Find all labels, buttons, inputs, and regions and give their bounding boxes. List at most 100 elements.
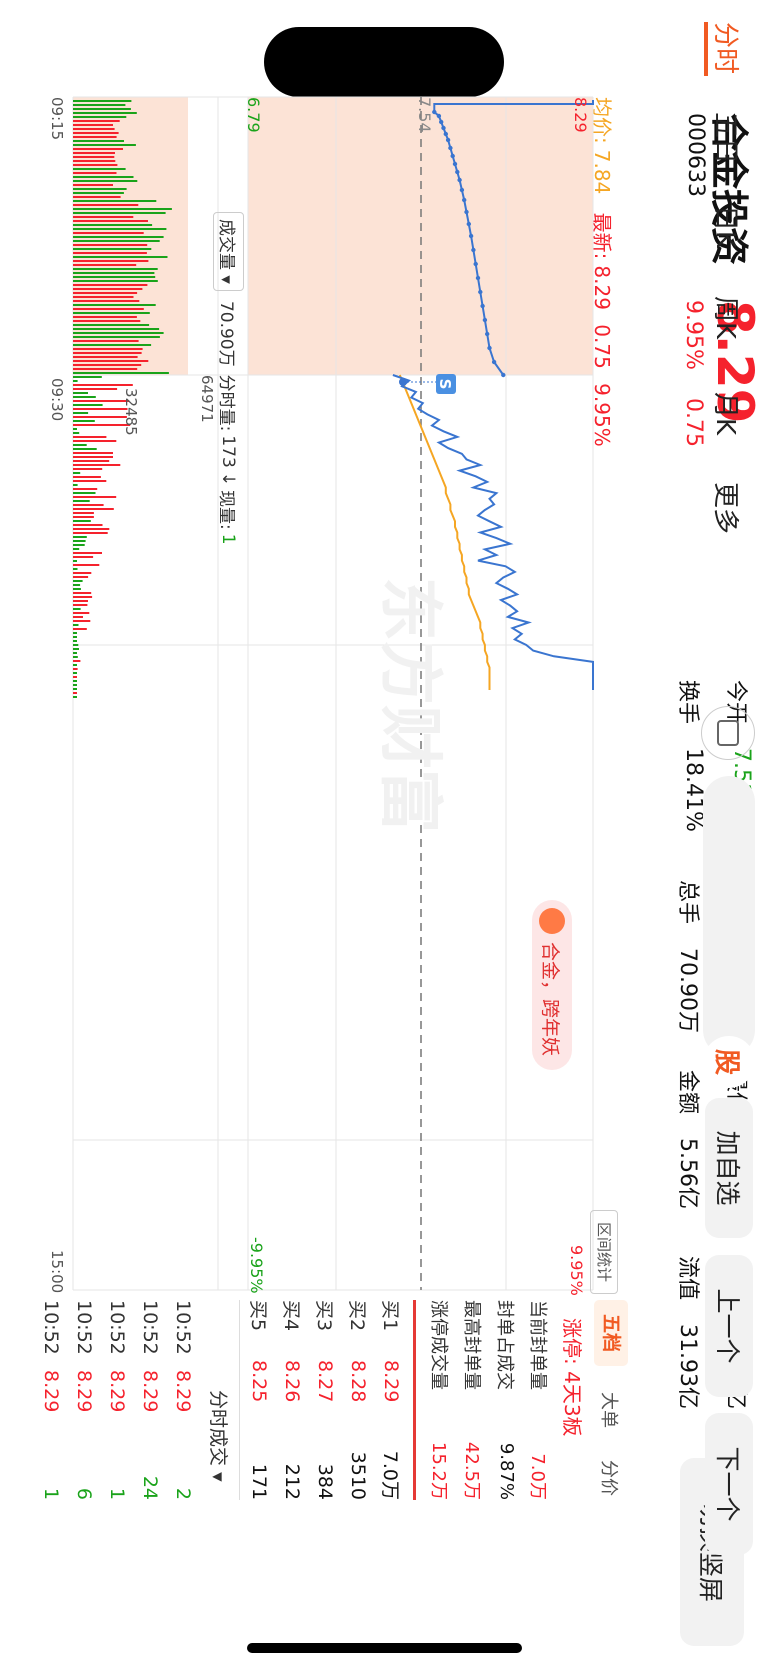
auction-point [457, 177, 462, 183]
volume-bar [72, 332, 164, 334]
volume-bar [73, 184, 113, 186]
volume-bar [73, 252, 147, 254]
volume-bar [72, 612, 90, 614]
volume-bar [72, 348, 143, 350]
seal-label: 当前封单量 [527, 1300, 549, 1390]
volume-bar [73, 232, 144, 234]
auction-point [473, 261, 478, 267]
volume-bar [73, 336, 160, 338]
badge-pill[interactable]: 合金，跨年妖 [532, 900, 572, 1071]
volume-bar [72, 504, 104, 506]
volume-bar [73, 140, 124, 142]
volume-bar [73, 680, 77, 682]
tick-price: 8.29 [40, 1370, 63, 1413]
chat-bubble-icon [717, 720, 739, 746]
tab-1[interactable]: 五日 [709, 112, 746, 164]
volume-type-select[interactable]: 成交量 ▾ [213, 212, 244, 291]
tab-0[interactable]: 分时 [709, 22, 746, 74]
volume-bar [72, 324, 150, 326]
comment-input[interactable] [703, 776, 755, 1056]
auction-point [466, 221, 471, 227]
volume-bar [73, 448, 97, 450]
order-price: 8.28 [347, 1360, 370, 1403]
volume-bar [72, 168, 126, 170]
order-level: 买1 [379, 1300, 401, 1332]
tab-5[interactable]: 更多 [709, 482, 746, 534]
volume-total: 70.90万 [216, 300, 236, 367]
volume-bar [72, 384, 133, 386]
volume-bar [72, 200, 157, 202]
volume-bar [72, 564, 100, 566]
tick-price: 8.29 [73, 1370, 96, 1413]
volume-bar [73, 176, 134, 178]
tab-2[interactable]: 日K [709, 205, 746, 248]
volume-bar [73, 244, 148, 246]
volume-bar [73, 616, 83, 618]
auction-point [450, 153, 455, 159]
orderbook-row[interactable]: 买4 8.26 212 [276, 1300, 309, 1500]
limit-up-info: 涨停: 4天3板 [560, 1318, 584, 1437]
stock-comment-icon[interactable]: 股 [703, 1036, 755, 1088]
interval-stats-button[interactable]: 区间统计 [590, 1210, 618, 1294]
volume-bar [73, 400, 130, 402]
tab-five-level[interactable]: 五档 [594, 1300, 628, 1366]
volume-bar [73, 108, 131, 110]
volume-bar [73, 588, 81, 590]
orderbook-divider [413, 1300, 416, 1500]
seal-label: 最高封单量 [461, 1300, 483, 1390]
volume-bar [73, 664, 77, 666]
volume-bar [73, 172, 117, 174]
vol-max-label: 64971 [198, 375, 216, 423]
tab-big-order[interactable]: 大单 [597, 1392, 623, 1428]
volume-bar [72, 628, 87, 630]
auction-point [452, 161, 458, 167]
add-watchlist-button[interactable]: 加自选 [705, 1098, 753, 1238]
volume-bar [72, 216, 134, 218]
orderbook-row[interactable]: 买1 8.29 7.0万 [375, 1300, 408, 1500]
volume-bar [72, 116, 127, 118]
tab-3[interactable]: 周K [709, 296, 746, 339]
order-level: 买4 [280, 1300, 302, 1332]
tab-price-dist[interactable]: 分价 [597, 1460, 623, 1496]
order-volume: 384 [314, 1463, 337, 1500]
auction-point [487, 345, 492, 351]
volume-bar [73, 684, 77, 686]
auction-point [485, 331, 490, 337]
volume-bar [72, 580, 83, 582]
prev-stock-button[interactable]: 上一个 [705, 1255, 753, 1397]
volume-bar [73, 560, 77, 562]
seal-label: 封单占成交 [494, 1300, 516, 1390]
home-indicator [247, 1643, 522, 1653]
auction-point [448, 145, 453, 151]
tab-4[interactable]: 月K [709, 392, 746, 435]
volume-bar [73, 548, 80, 550]
volume-bar [72, 440, 117, 442]
order-book: 买1 8.29 7.0万 买2 8.28 3510 买3 8.27 384 买4 8.26 212 买5… [243, 1300, 408, 1500]
ticks-title[interactable]: 分时成交 ▾ [206, 1390, 233, 1482]
tick-row: 10:52 8.29 2 [167, 1300, 200, 1500]
volume-bar [72, 320, 141, 322]
auction-point [501, 372, 506, 378]
volume-bar [73, 416, 127, 418]
volume-bar [72, 300, 140, 302]
auction-point [471, 247, 476, 253]
next-stock-button[interactable]: 下一个 [705, 1413, 753, 1555]
volume-bar [72, 212, 166, 214]
orderbook-row[interactable]: 买2 8.28 3510 [342, 1300, 375, 1500]
order-price: 8.26 [281, 1360, 304, 1403]
seal-row: 当前封单量 7.0万 [523, 1300, 556, 1500]
orderbook-row[interactable]: 买5 8.25 171 [243, 1300, 276, 1500]
volume-bar [73, 260, 149, 262]
volume-bar [72, 156, 115, 158]
volume-bar [73, 512, 94, 514]
active-tab-underline [704, 22, 708, 76]
chat-button[interactable] [701, 706, 755, 760]
volume-bar [72, 396, 96, 398]
seal-row: 最高封单量 42.5万 [457, 1300, 490, 1500]
current-vol-label: 现量: [216, 490, 236, 530]
volume-bar [72, 236, 164, 238]
orderbook-row[interactable]: 买3 8.27 384 [309, 1300, 342, 1500]
volume-bar [72, 196, 121, 198]
volume-bar [73, 364, 142, 366]
auction-point [475, 275, 481, 281]
